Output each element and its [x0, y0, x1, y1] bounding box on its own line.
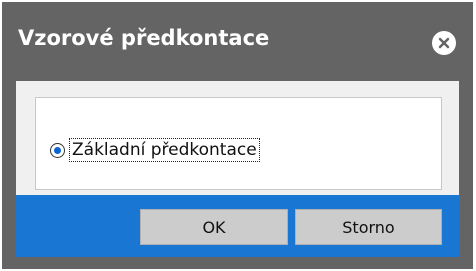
radio-option-label[interactable]: Základní předkontace [69, 138, 260, 162]
close-icon [438, 37, 450, 49]
options-group: Základní předkontace [35, 97, 442, 190]
dialog-window: Vzorové předkontace Základní předkontace… [2, 2, 473, 269]
dialog-titlebar[interactable]: Vzorové předkontace [2, 2, 473, 82]
ok-button[interactable]: OK [140, 209, 288, 245]
radio-button[interactable] [50, 142, 65, 158]
dialog-title: Vzorové předkontace [18, 26, 270, 50]
dialog-footer: OK Storno [16, 195, 459, 257]
radio-selected-dot [54, 146, 61, 154]
radio-option-zakladni[interactable]: Základní předkontace [50, 136, 260, 164]
cancel-button[interactable]: Storno [295, 209, 442, 245]
close-button[interactable] [432, 31, 456, 55]
